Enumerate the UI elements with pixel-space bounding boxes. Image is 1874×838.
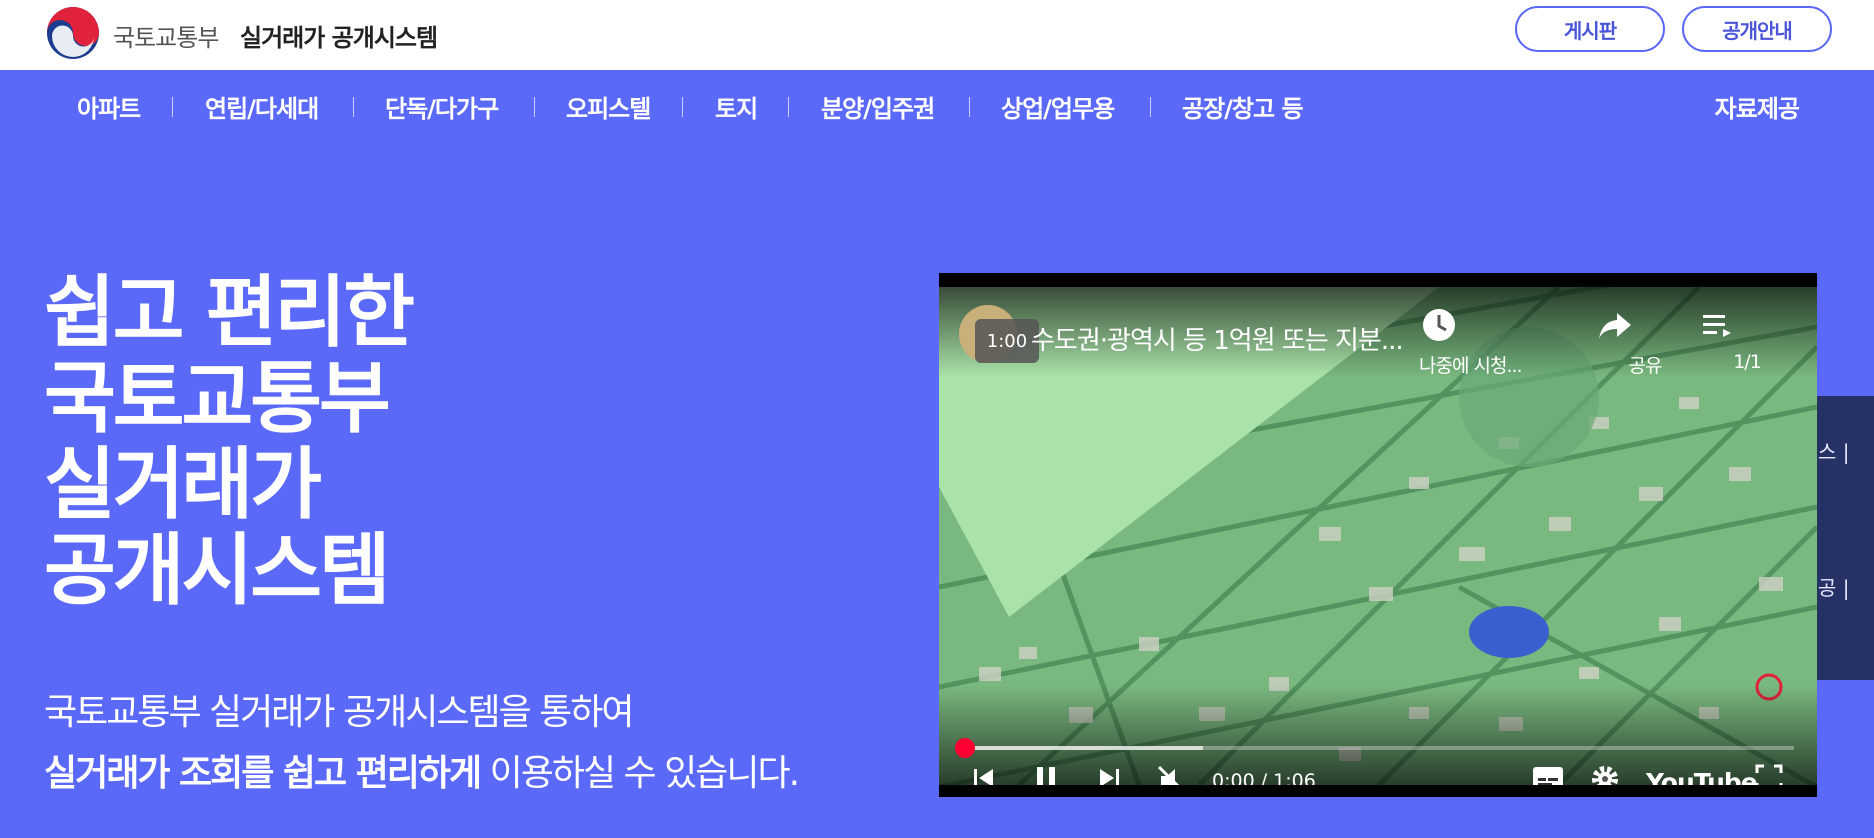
ministry-name[interactable]: 국토교통부 bbox=[113, 18, 219, 53]
nav-item-row-house[interactable]: 연립/다세대 bbox=[205, 89, 319, 124]
hero-subtitle-bold: 실거래가 조회를 쉽고 편리하게 bbox=[44, 753, 482, 794]
main-nav: 아파트 연립/다세대 단독/다가구 오피스텔 토지 분양/입주권 상업/업무용 … bbox=[0, 70, 1874, 140]
watch-later-label: 나중에 시청... bbox=[1419, 355, 1523, 377]
youtube-logo[interactable]: YouTube bbox=[1646, 768, 1758, 785]
share-icon bbox=[1595, 305, 1695, 345]
hero-subtitle-line1: 국토교통부 실거래가 공개시스템을 통하여 bbox=[44, 692, 634, 733]
side-tab-text: 공 | bbox=[1818, 576, 1850, 600]
nav-separator bbox=[172, 97, 173, 117]
clock-icon bbox=[1419, 305, 1519, 345]
video-time: 0:00 / 1:06 bbox=[1212, 770, 1316, 785]
nav-separator bbox=[534, 97, 535, 117]
hero-title-line: 쉽고 편리한 bbox=[44, 268, 415, 358]
nav-item-data-provision[interactable]: 자료제공 bbox=[1715, 89, 1800, 124]
hero-title-line: 국토교통부 bbox=[44, 354, 391, 444]
nav-item-factory[interactable]: 공장/창고 등 bbox=[1182, 89, 1304, 124]
nav-item-presale[interactable]: 분양/입주권 bbox=[821, 89, 935, 124]
korea-gov-logo-icon[interactable] bbox=[46, 6, 100, 60]
channel-badge: 1:00 bbox=[975, 319, 1039, 363]
board-button[interactable]: 게시판 bbox=[1515, 6, 1665, 52]
playlist-icon bbox=[1697, 305, 1797, 345]
nav-separator bbox=[682, 97, 683, 117]
hero-title-line: 실거래가 bbox=[44, 440, 322, 530]
side-tab[interactable]: 스 | 공 | bbox=[1810, 396, 1874, 680]
playlist-label: 1/1 bbox=[1733, 351, 1762, 373]
share-button[interactable]: 공유 bbox=[1595, 305, 1695, 378]
guide-button[interactable]: 공개안내 bbox=[1682, 6, 1832, 52]
nav-item-detached-house[interactable]: 단독/다가구 bbox=[385, 89, 499, 124]
share-label: 공유 bbox=[1628, 355, 1663, 377]
video-frame[interactable]: 1:00 수도권·광역시 등 1억원 또는 지분... 나중에 시청... 공유… bbox=[939, 287, 1817, 785]
nav-separator bbox=[788, 97, 789, 117]
playlist-button[interactable]: 1/1 bbox=[1697, 305, 1797, 373]
nav-item-apartment[interactable]: 아파트 bbox=[77, 89, 141, 124]
video-title[interactable]: 수도권·광역시 등 1억원 또는 지분... bbox=[1031, 320, 1404, 357]
progress-scrubber[interactable] bbox=[955, 738, 975, 758]
watch-later-button[interactable]: 나중에 시청... bbox=[1419, 305, 1523, 378]
hero-subtitle-line2: 실거래가 조회를 쉽고 편리하게 이용하실 수 있습니다. bbox=[44, 744, 800, 796]
nav-separator bbox=[1150, 97, 1151, 117]
video-player[interactable]: 1:00 수도권·광역시 등 1억원 또는 지분... 나중에 시청... 공유… bbox=[939, 273, 1817, 797]
nav-item-land[interactable]: 토지 bbox=[715, 89, 758, 124]
nav-separator bbox=[353, 97, 354, 117]
hero-title: 쉽고 편리한 국토교통부 실거래가 공개시스템 bbox=[44, 270, 744, 614]
progress-bar[interactable] bbox=[962, 746, 1794, 750]
header: 국토교통부 실거래가 공개시스템 게시판 공개안내 bbox=[0, 0, 1874, 70]
nav-separator bbox=[969, 97, 970, 117]
hero-subtitle-rest: 이용하실 수 있습니다. bbox=[480, 753, 800, 794]
nav-item-officetel[interactable]: 오피스텔 bbox=[566, 89, 651, 124]
progress-loaded bbox=[962, 746, 1204, 750]
system-name[interactable]: 실거래가 공개시스템 bbox=[240, 18, 438, 53]
hero-title-line: 공개시스템 bbox=[44, 526, 391, 616]
side-tab-text: 스 | bbox=[1818, 440, 1850, 464]
nav-item-commercial[interactable]: 상업/업무용 bbox=[1001, 89, 1115, 124]
